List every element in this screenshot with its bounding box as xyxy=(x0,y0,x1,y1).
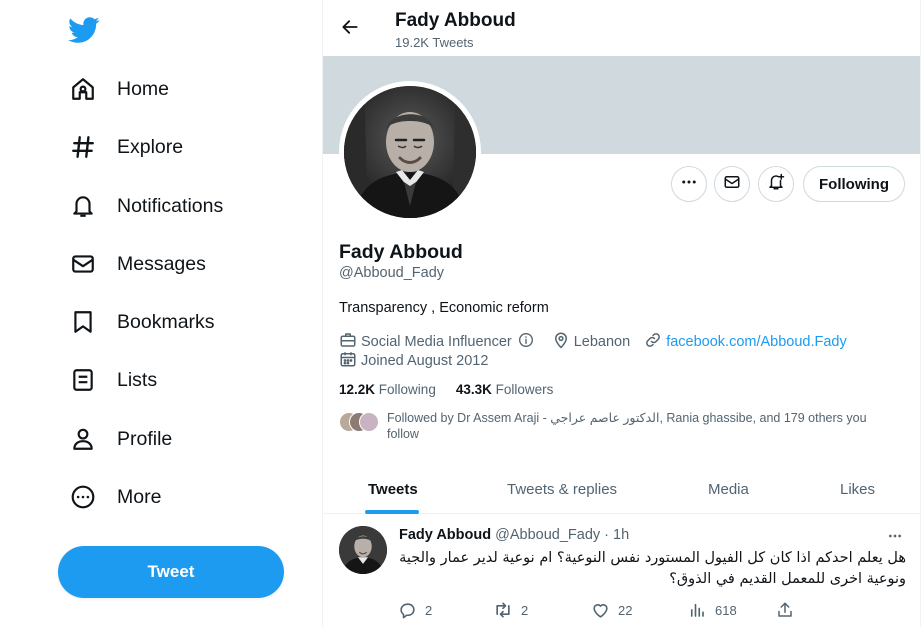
tweet-header: Fady Abboud @Abboud_Fady · 1h xyxy=(399,527,629,543)
hashtag-icon xyxy=(66,130,100,164)
more-horizontal-icon[interactable] xyxy=(883,524,907,548)
location-item: Lebanon xyxy=(552,331,630,353)
more-circle-icon xyxy=(66,480,100,514)
bell-plus-icon xyxy=(767,173,785,196)
sidebar-item-label: Explore xyxy=(117,135,184,158)
sidebar-item-label: Lists xyxy=(117,368,158,391)
retweet-button[interactable]: 2 xyxy=(489,598,528,622)
following-button[interactable]: Following xyxy=(803,166,905,202)
sidebar-item-lists[interactable]: Lists xyxy=(66,360,157,400)
joined-item: Joined August 2012 xyxy=(339,350,488,372)
following-count: 12.2K xyxy=(339,382,376,397)
location-pin-icon xyxy=(552,331,574,353)
tab-media[interactable]: Media xyxy=(708,464,749,514)
sidebar-item-notifications[interactable]: Notifications xyxy=(66,186,223,226)
share-icon xyxy=(771,598,799,622)
profile-tabs: Tweets Tweets & replies Media Likes xyxy=(323,464,920,514)
profile-handle: @Abboud_Fady xyxy=(339,265,445,281)
header-tweet-count: 19.2K Tweets xyxy=(395,35,474,50)
analytics-icon xyxy=(683,598,711,622)
sidebar-item-label: Notifications xyxy=(117,194,224,217)
profile-avatar[interactable] xyxy=(339,81,481,223)
list-icon xyxy=(66,363,100,397)
sidebar-item-label: Home xyxy=(117,77,170,100)
more-options-button[interactable] xyxy=(671,166,707,202)
sidebar-item-label: More xyxy=(117,485,162,508)
following-label: Following xyxy=(378,382,436,397)
avatar-photo xyxy=(344,86,476,218)
tweet-author-name[interactable]: Fady Abboud xyxy=(399,527,491,543)
info-icon[interactable] xyxy=(518,332,538,352)
person-icon xyxy=(66,422,100,456)
reply-count: 2 xyxy=(425,602,433,618)
tab-likes[interactable]: Likes xyxy=(840,464,875,514)
header-profile-name: Fady Abboud xyxy=(395,10,516,31)
notify-button[interactable] xyxy=(758,166,794,202)
reply-button[interactable]: 2 xyxy=(393,598,432,622)
followers-you-know-avatars xyxy=(339,412,383,432)
sidebar-item-label: Messages xyxy=(117,252,206,275)
sidebar-item-home[interactable]: Home xyxy=(66,69,169,109)
avatar xyxy=(359,412,379,432)
sidebar-item-label: Bookmarks xyxy=(117,310,215,333)
tab-tweets[interactable]: Tweets xyxy=(368,464,418,514)
back-arrow-icon[interactable] xyxy=(335,12,365,42)
followers-count: 43.3K xyxy=(455,382,492,397)
sidebar: Home Explore Notifications Messages Book… xyxy=(0,0,322,627)
view-count: 618 xyxy=(715,602,737,618)
bell-icon xyxy=(66,189,100,223)
tweet-button[interactable]: Tweet xyxy=(58,546,284,598)
calendar-icon xyxy=(339,350,361,372)
sidebar-item-bookmarks[interactable]: Bookmarks xyxy=(66,302,215,342)
tweet-text: هل يعلم احدكم اذا كان كل الفيول المستورد… xyxy=(399,550,906,587)
sidebar-item-more[interactable]: More xyxy=(66,477,161,517)
bookmark-icon xyxy=(66,305,100,339)
avatar[interactable] xyxy=(339,526,387,574)
profile-header-bar: Fady Abboud 19.2K Tweets xyxy=(323,0,920,56)
reply-icon xyxy=(393,598,421,622)
tweet-author-meta: @Abboud_Fady · 1h xyxy=(495,527,630,543)
category-text: Social Media Influencer xyxy=(361,334,512,350)
link-icon xyxy=(644,331,666,353)
followers-stat[interactable]: 43.3K Followers xyxy=(456,382,554,397)
message-button[interactable] xyxy=(714,166,750,202)
share-button[interactable] xyxy=(771,598,799,622)
more-horizontal-icon xyxy=(680,173,698,196)
home-icon xyxy=(66,72,100,106)
tab-tweets-replies[interactable]: Tweets & replies xyxy=(507,464,617,514)
heart-icon xyxy=(586,598,614,622)
envelope-icon xyxy=(66,247,100,281)
sidebar-item-label: Profile xyxy=(117,427,173,450)
followed-by[interactable]: Followed by Dr Assem Araji - الدكتور عاص… xyxy=(339,410,899,442)
envelope-icon xyxy=(723,173,741,196)
joined-row: Joined August 2012 xyxy=(339,350,502,372)
views-button[interactable]: 618 xyxy=(683,598,737,622)
sidebar-item-messages[interactable]: Messages xyxy=(66,244,206,284)
joined-text: Joined August 2012 xyxy=(361,353,489,369)
retweet-count: 2 xyxy=(521,602,529,618)
following-stat[interactable]: 12.2K Following xyxy=(339,382,436,397)
sidebar-item-explore[interactable]: Explore xyxy=(66,127,183,167)
sidebar-item-profile[interactable]: Profile xyxy=(66,419,172,459)
twitter-bird-icon[interactable] xyxy=(68,14,100,46)
like-button[interactable]: 22 xyxy=(586,598,632,622)
followed-by-text: Followed by Dr Assem Araji - الدكتور عاص… xyxy=(387,411,867,441)
followers-label: Followers xyxy=(495,382,554,397)
profile-name: Fady Abboud xyxy=(339,241,463,263)
location-text: Lebanon xyxy=(573,334,631,350)
website-item: facebook.com/Abboud.Fady xyxy=(644,331,847,353)
follow-stats: 12.2K Following 43.3K Followers xyxy=(339,382,573,397)
retweet-icon xyxy=(489,598,517,622)
tweet-actions: 2 2 22 618 xyxy=(393,598,833,622)
website-link[interactable]: facebook.com/Abboud.Fady xyxy=(666,334,847,350)
tweet-item[interactable]: Fady Abboud @Abboud_Fady · 1h هل يعلم اح… xyxy=(323,514,920,627)
profile-column: Fady Abboud 19.2K Tweets Following Fady … xyxy=(322,0,921,627)
like-count: 22 xyxy=(618,602,633,618)
profile-bio: Transparency , Economic reform xyxy=(339,300,549,316)
